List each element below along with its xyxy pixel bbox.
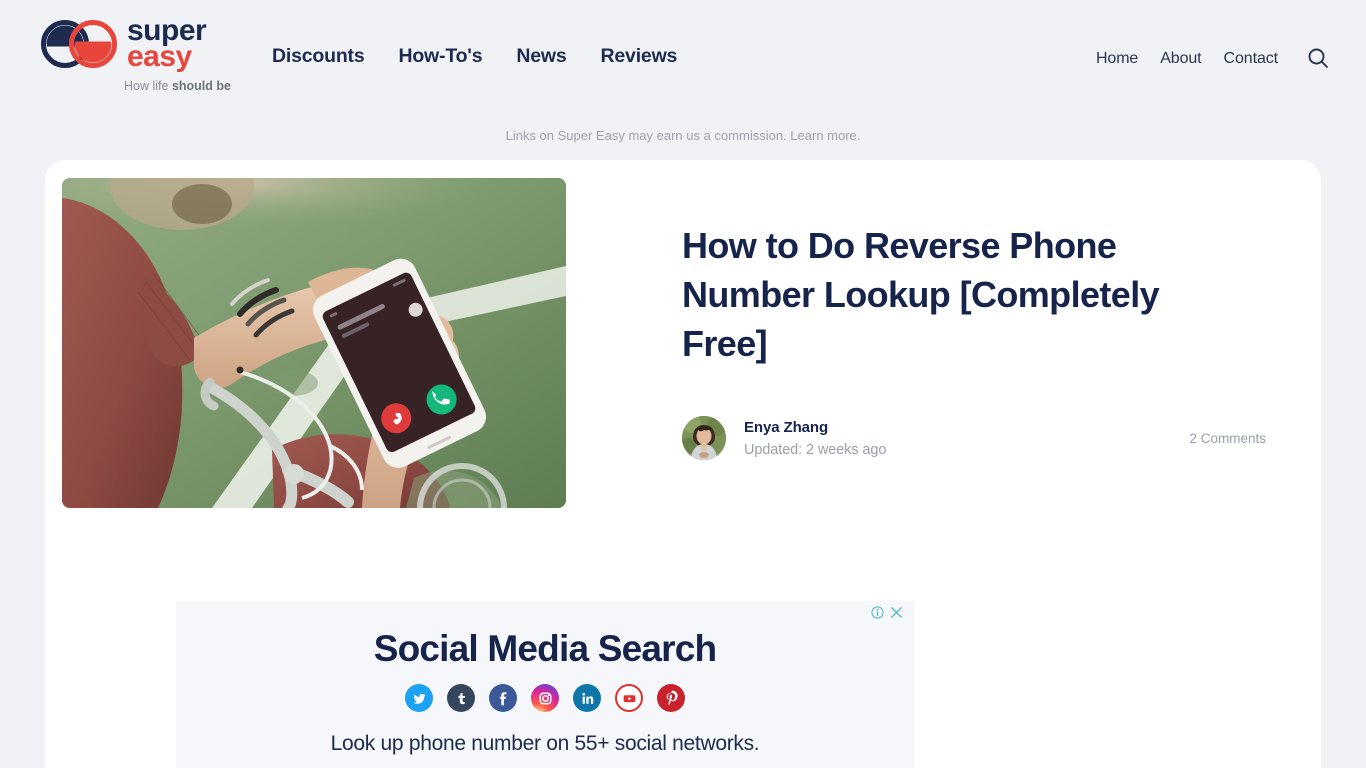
linkedin-icon[interactable] [573, 684, 601, 712]
article-byline: Enya Zhang Updated: 2 weeks ago 2 Commen… [682, 416, 1266, 460]
logo-wordmark: super easy [127, 16, 207, 73]
disclaimer-learn-more-link[interactable]: Learn more. [790, 128, 860, 143]
article-updated-date: Updated: 2 weeks ago [744, 441, 887, 458]
search-icon [1307, 47, 1329, 72]
supereasy-logo-icon [40, 19, 118, 68]
article-card: How to Do Reverse Phone Number Lookup [C… [45, 160, 1321, 768]
logo-text-easy: easy [127, 39, 192, 73]
page-title: How to Do Reverse Phone Number Lookup [C… [682, 225, 1160, 364]
ad-subheadline: Look up phone number on 55+ social netwo… [330, 732, 760, 755]
facebook-icon[interactable] [489, 684, 517, 712]
site-tagline: How life should be [124, 79, 231, 93]
tagline-bold: should be [171, 78, 231, 93]
disclaimer-text: Links on Super Easy may earn us a commis… [505, 128, 787, 143]
author-name[interactable]: Enya Zhang [744, 419, 886, 436]
tagline-regular: How life [124, 78, 172, 93]
ad-close-icon[interactable] [890, 606, 903, 619]
utility-navigation: Home About Contact [1096, 47, 1330, 71]
nav-contact[interactable]: Contact [1224, 50, 1279, 68]
advertisement-block[interactable]: Social Media Search Look up phone number… [176, 601, 914, 768]
search-button[interactable] [1306, 47, 1330, 71]
article-header: How to Do Reverse Phone Number Lookup [C… [682, 222, 1242, 369]
ad-social-icons [176, 684, 914, 712]
article-hero-image [62, 178, 566, 508]
adchoices-info-icon[interactable] [871, 606, 884, 619]
nav-news[interactable]: News [516, 45, 566, 68]
primary-navigation: Discounts How-To's News Reviews [272, 45, 677, 68]
byline-text: Enya Zhang Updated: 2 weeks ago [744, 419, 886, 458]
ad-controls [871, 606, 903, 619]
comments-count[interactable]: 2 Comments [1189, 431, 1266, 446]
nav-about[interactable]: About [1160, 50, 1201, 68]
youtube-icon[interactable] [615, 684, 643, 712]
page-root: super easy How life should be Discounts … [0, 0, 1366, 768]
instagram-icon[interactable] [531, 684, 559, 712]
nav-reviews[interactable]: Reviews [601, 45, 678, 68]
author-avatar[interactable] [682, 416, 726, 460]
nav-discounts[interactable]: Discounts [272, 45, 365, 68]
twitter-icon[interactable] [405, 684, 433, 712]
site-header: super easy How life should be Discounts … [0, 0, 1366, 112]
tumblr-icon[interactable] [447, 684, 475, 712]
nav-home[interactable]: Home [1096, 50, 1138, 68]
site-logo[interactable]: super easy How life should be [40, 16, 231, 93]
ad-headline: Social Media Search [373, 628, 717, 669]
nav-how-tos[interactable]: How-To's [398, 45, 482, 68]
pinterest-icon[interactable] [657, 684, 685, 712]
logo-row: super easy [40, 16, 207, 73]
affiliate-disclaimer: Links on Super Easy may earn us a commis… [0, 128, 1366, 143]
